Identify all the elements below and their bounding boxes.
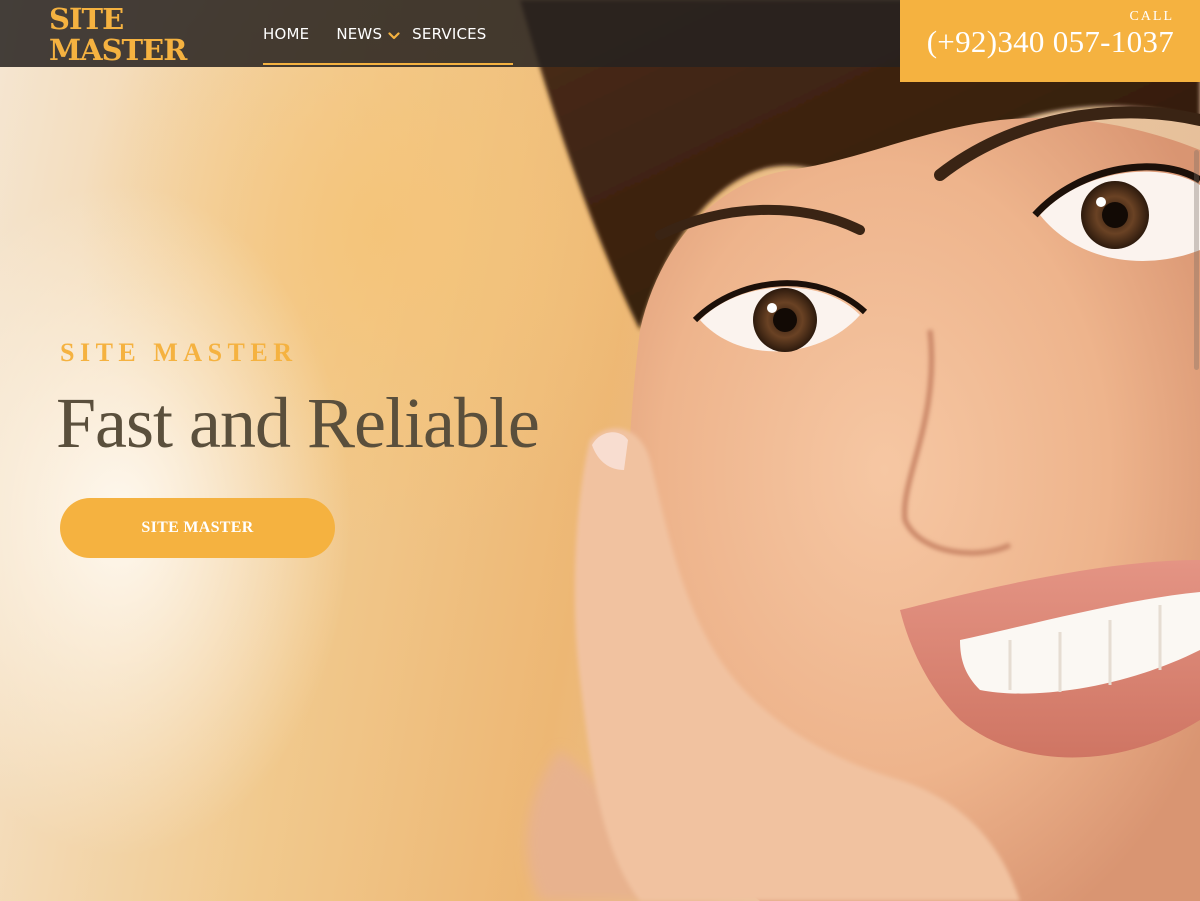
nav-news-label: NEWS — [336, 24, 383, 43]
chevron-down-icon[interactable] — [388, 28, 400, 40]
call-box[interactable]: CALL (+92)340 057-1037 — [900, 0, 1200, 82]
call-label: CALL — [1129, 9, 1174, 24]
logo-line-1: SITE — [49, 2, 124, 36]
site-logo[interactable]: SITE MASTER — [49, 2, 187, 67]
hero-cta-button[interactable]: SITE MASTER — [60, 498, 335, 558]
nav-item-services[interactable]: SERVICES — [412, 0, 486, 67]
nav-item-home[interactable]: HOME — [263, 0, 309, 67]
scrollbar-thumb[interactable] — [1194, 150, 1199, 370]
nav-item-news[interactable]: NEWS — [336, 0, 400, 67]
nav-active-underline — [263, 63, 513, 65]
hero-headline: Fast and Reliable — [56, 383, 540, 463]
logo-line-2: MASTER — [49, 33, 187, 67]
main-nav: HOME NEWS SERVICES — [263, 0, 487, 67]
phone-number[interactable]: (+92)340 057-1037 — [927, 25, 1174, 59]
nav-services-label: SERVICES — [412, 24, 487, 43]
hero-kicker: SITE MASTER — [60, 338, 298, 367]
nav-home-label: HOME — [263, 24, 310, 43]
